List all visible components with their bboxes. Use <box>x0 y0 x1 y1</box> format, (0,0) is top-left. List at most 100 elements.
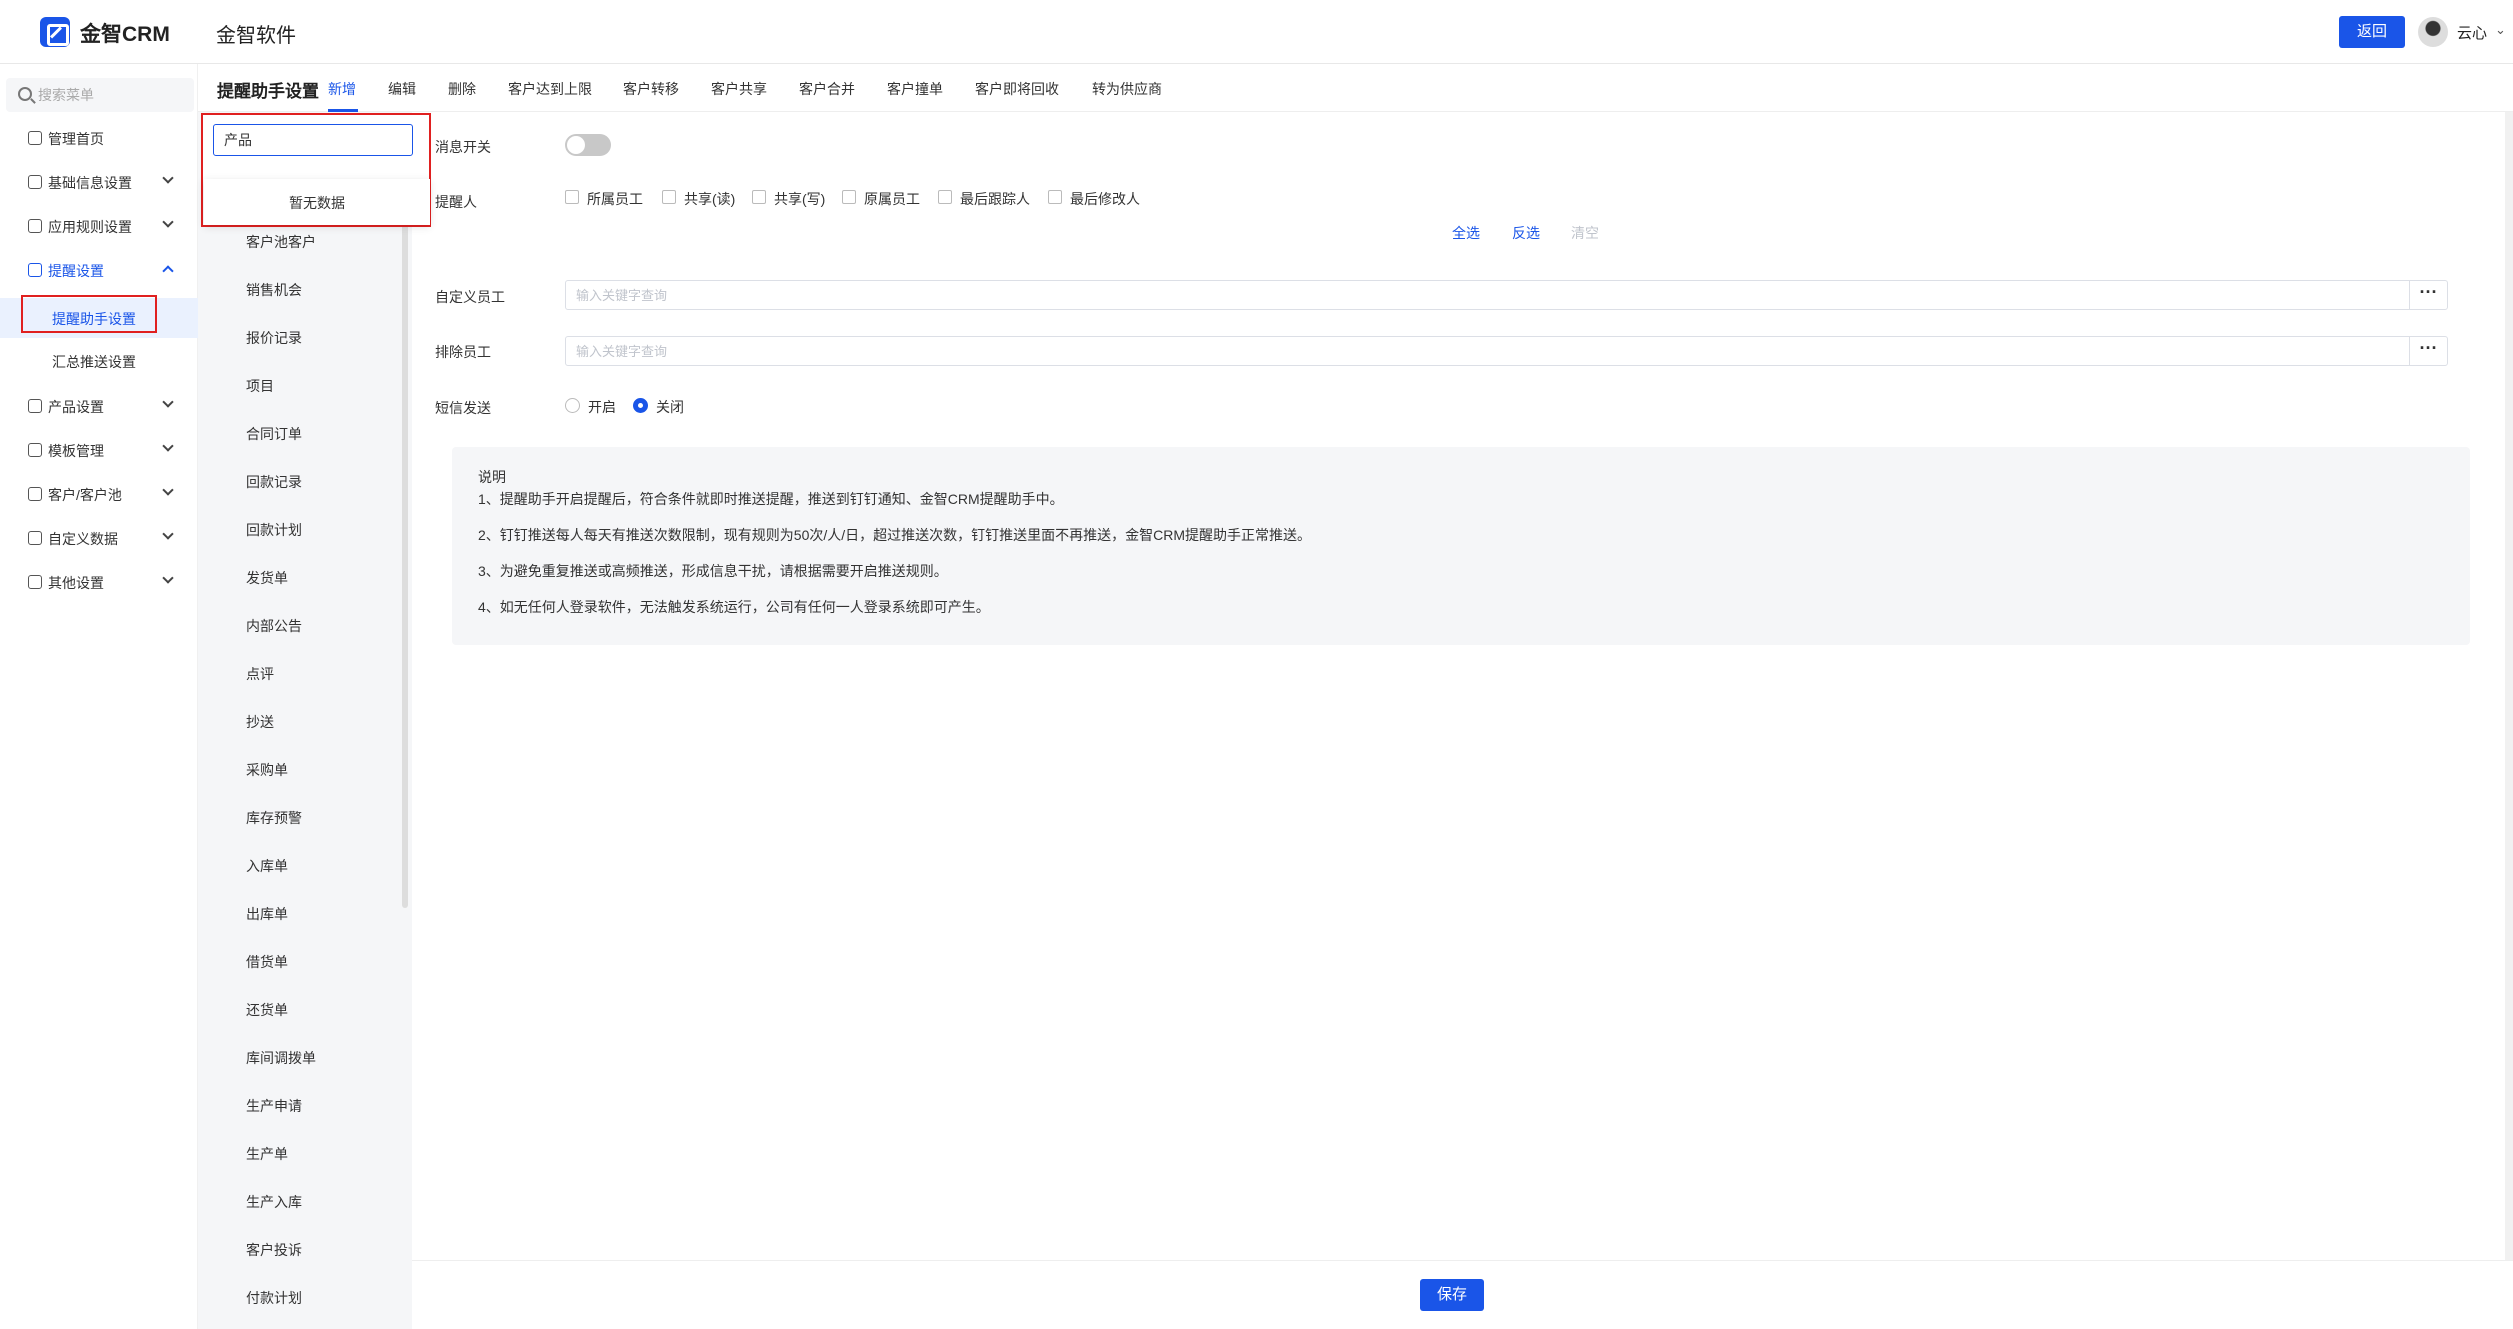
list-item[interactable]: 采购单 <box>246 760 288 780</box>
list-item[interactable]: 出库单 <box>246 904 288 924</box>
list-item[interactable]: 客户池客户 <box>246 232 316 252</box>
tab-customer-share[interactable]: 客户共享 <box>711 79 767 99</box>
note-line: 4、如无任何人登录软件，无法触发系统运行，公司有任何一人登录系统即可产生。 <box>478 599 990 615</box>
top-bar: 金智CRM 金智软件 返回 云心 ⌄ <box>0 0 2513 64</box>
more-icon[interactable]: ··· <box>2409 337 2447 365</box>
notes-panel: 说明 1、提醒助手开启提醒后，符合条件就即时推送提醒，推送到钉钉通知、金智CRM… <box>452 447 2470 645</box>
sidebar-item-template[interactable]: 模板管理 <box>0 430 198 470</box>
reminder-label: 提醒人 <box>435 194 477 210</box>
exclude-employee-field[interactable]: ··· <box>565 336 2448 366</box>
exclude-employee-label: 排除员工 <box>435 344 491 360</box>
checkbox-label: 最后跟踪人 <box>960 191 1030 207</box>
exclude-employee-input[interactable] <box>576 337 2376 365</box>
invert-link[interactable]: 反选 <box>1512 223 1540 243</box>
tab-delete[interactable]: 删除 <box>448 79 476 99</box>
tab-customer-merge[interactable]: 客户合并 <box>799 79 855 99</box>
sidebar-item-custom-data[interactable]: 自定义数据 <box>0 518 198 558</box>
list-item[interactable]: 客户投诉 <box>246 1240 302 1260</box>
list-item[interactable]: 报价记录 <box>246 328 302 348</box>
grid-icon <box>28 575 42 589</box>
checkbox-label: 共享(写) <box>774 191 826 207</box>
menu-search-input[interactable] <box>38 78 188 112</box>
logo-icon <box>40 17 70 47</box>
custom-employee-input[interactable] <box>576 281 2376 309</box>
page-title: 提醒助手设置 <box>217 82 319 101</box>
list-item[interactable]: 付款计划 <box>246 1288 302 1308</box>
list-item[interactable]: 回款计划 <box>246 520 302 540</box>
list-item[interactable]: 抄送 <box>246 712 274 732</box>
sidebar-item-label: 管理首页 <box>48 131 104 147</box>
radio-dot[interactable] <box>565 398 580 413</box>
tab-customer-recycle[interactable]: 客户即将回收 <box>975 79 1059 99</box>
sidebar-item-label: 基础信息设置 <box>48 175 132 191</box>
list-item[interactable]: 回款记录 <box>246 472 302 492</box>
save-button[interactable]: 保存 <box>1420 1279 1484 1311</box>
list-item[interactable]: 库间调拨单 <box>246 1048 316 1068</box>
sidebar-item-customer-pool[interactable]: 客户/客户池 <box>0 474 198 514</box>
tab-add[interactable]: 新增 <box>328 79 356 99</box>
checkbox-label: 最后修改人 <box>1070 191 1140 207</box>
list-item[interactable]: 点评 <box>246 664 274 684</box>
radio-label: 关闭 <box>656 399 684 415</box>
list-item[interactable]: 库存预警 <box>246 808 302 828</box>
sidebar-item-basic-info[interactable]: 基础信息设置 <box>0 162 198 202</box>
checkbox-box[interactable] <box>842 190 856 204</box>
note-line: 2、钉钉推送每人每天有推送次数限制，现有规则为50次/人/日，超过推送次数，钉钉… <box>478 527 1312 543</box>
chevron-down-icon[interactable]: ⌄ <box>2495 22 2506 38</box>
tab-customer-limit[interactable]: 客户达到上限 <box>508 79 592 99</box>
chevron-down-icon <box>162 528 174 540</box>
sidebar-subitem-summary-push[interactable]: 汇总推送设置 <box>0 341 198 381</box>
sidebar-item-label: 模板管理 <box>48 443 104 459</box>
radio-dot[interactable] <box>633 398 648 413</box>
module-list-scrollbar[interactable] <box>402 164 408 908</box>
select-all-link[interactable]: 全选 <box>1452 223 1480 243</box>
chevron-down-icon <box>162 216 174 228</box>
document-icon <box>28 219 42 233</box>
message-switch[interactable] <box>565 134 611 156</box>
menu-search[interactable] <box>6 78 194 112</box>
list-item[interactable]: 生产入库 <box>246 1192 302 1212</box>
list-item[interactable]: 合同订单 <box>246 424 302 444</box>
chevron-down-icon <box>162 440 174 452</box>
checkbox-label: 所属员工 <box>587 191 643 207</box>
no-data-text: 暂无数据 <box>289 195 345 211</box>
sidebar-item-app-rules[interactable]: 应用规则设置 <box>0 206 198 246</box>
sidebar: 管理首页 基础信息设置 应用规则设置 提醒设置 提醒助手设置 汇总推送设置 产品… <box>0 64 198 1329</box>
list-item[interactable]: 销售机会 <box>246 280 302 300</box>
username[interactable]: 云心 <box>2457 22 2487 43</box>
tab-customer-collision[interactable]: 客户撞单 <box>887 79 943 99</box>
list-item[interactable]: 入库单 <box>246 856 288 876</box>
checkbox-box[interactable] <box>938 190 952 204</box>
sidebar-item-reminder[interactable]: 提醒设置 <box>0 250 198 290</box>
list-item[interactable]: 项目 <box>246 376 274 396</box>
tab-edit[interactable]: 编辑 <box>388 79 416 99</box>
checkbox-box[interactable] <box>1048 190 1062 204</box>
module-search-input[interactable] <box>213 124 413 156</box>
checkbox-box[interactable] <box>662 190 676 204</box>
back-button[interactable]: 返回 <box>2339 16 2405 48</box>
switch-label: 消息开关 <box>435 139 491 155</box>
tab-customer-transfer[interactable]: 客户转移 <box>623 79 679 99</box>
tab-to-supplier[interactable]: 转为供应商 <box>1092 79 1162 99</box>
note-line: 3、为避免重复推送或高频推送，形成信息干扰，请根据需要开启推送规则。 <box>478 563 948 579</box>
checkbox-box[interactable] <box>565 190 579 204</box>
list-item[interactable]: 生产单 <box>246 1144 288 1164</box>
checkbox-box[interactable] <box>752 190 766 204</box>
sms-label: 短信发送 <box>435 400 491 416</box>
clear-link[interactable]: 清空 <box>1571 223 1599 243</box>
page-scrollbar[interactable] <box>2505 112 2513 1260</box>
sidebar-item-product[interactable]: 产品设置 <box>0 386 198 426</box>
search-icon <box>18 87 32 101</box>
list-item[interactable]: 还货单 <box>246 1000 288 1020</box>
custom-employee-field[interactable]: ··· <box>565 280 2448 310</box>
list-item[interactable]: 生产申请 <box>246 1096 302 1116</box>
cube-icon <box>28 175 42 189</box>
more-icon[interactable]: ··· <box>2409 281 2447 309</box>
sidebar-item-home[interactable]: 管理首页 <box>0 118 198 158</box>
list-item[interactable]: 发货单 <box>246 568 288 588</box>
list-item[interactable]: 内部公告 <box>246 616 302 636</box>
list-item[interactable]: 借货单 <box>246 952 288 972</box>
custom-employee-label: 自定义员工 <box>435 289 505 305</box>
sidebar-item-other[interactable]: 其他设置 <box>0 562 198 602</box>
avatar[interactable] <box>2418 17 2448 47</box>
